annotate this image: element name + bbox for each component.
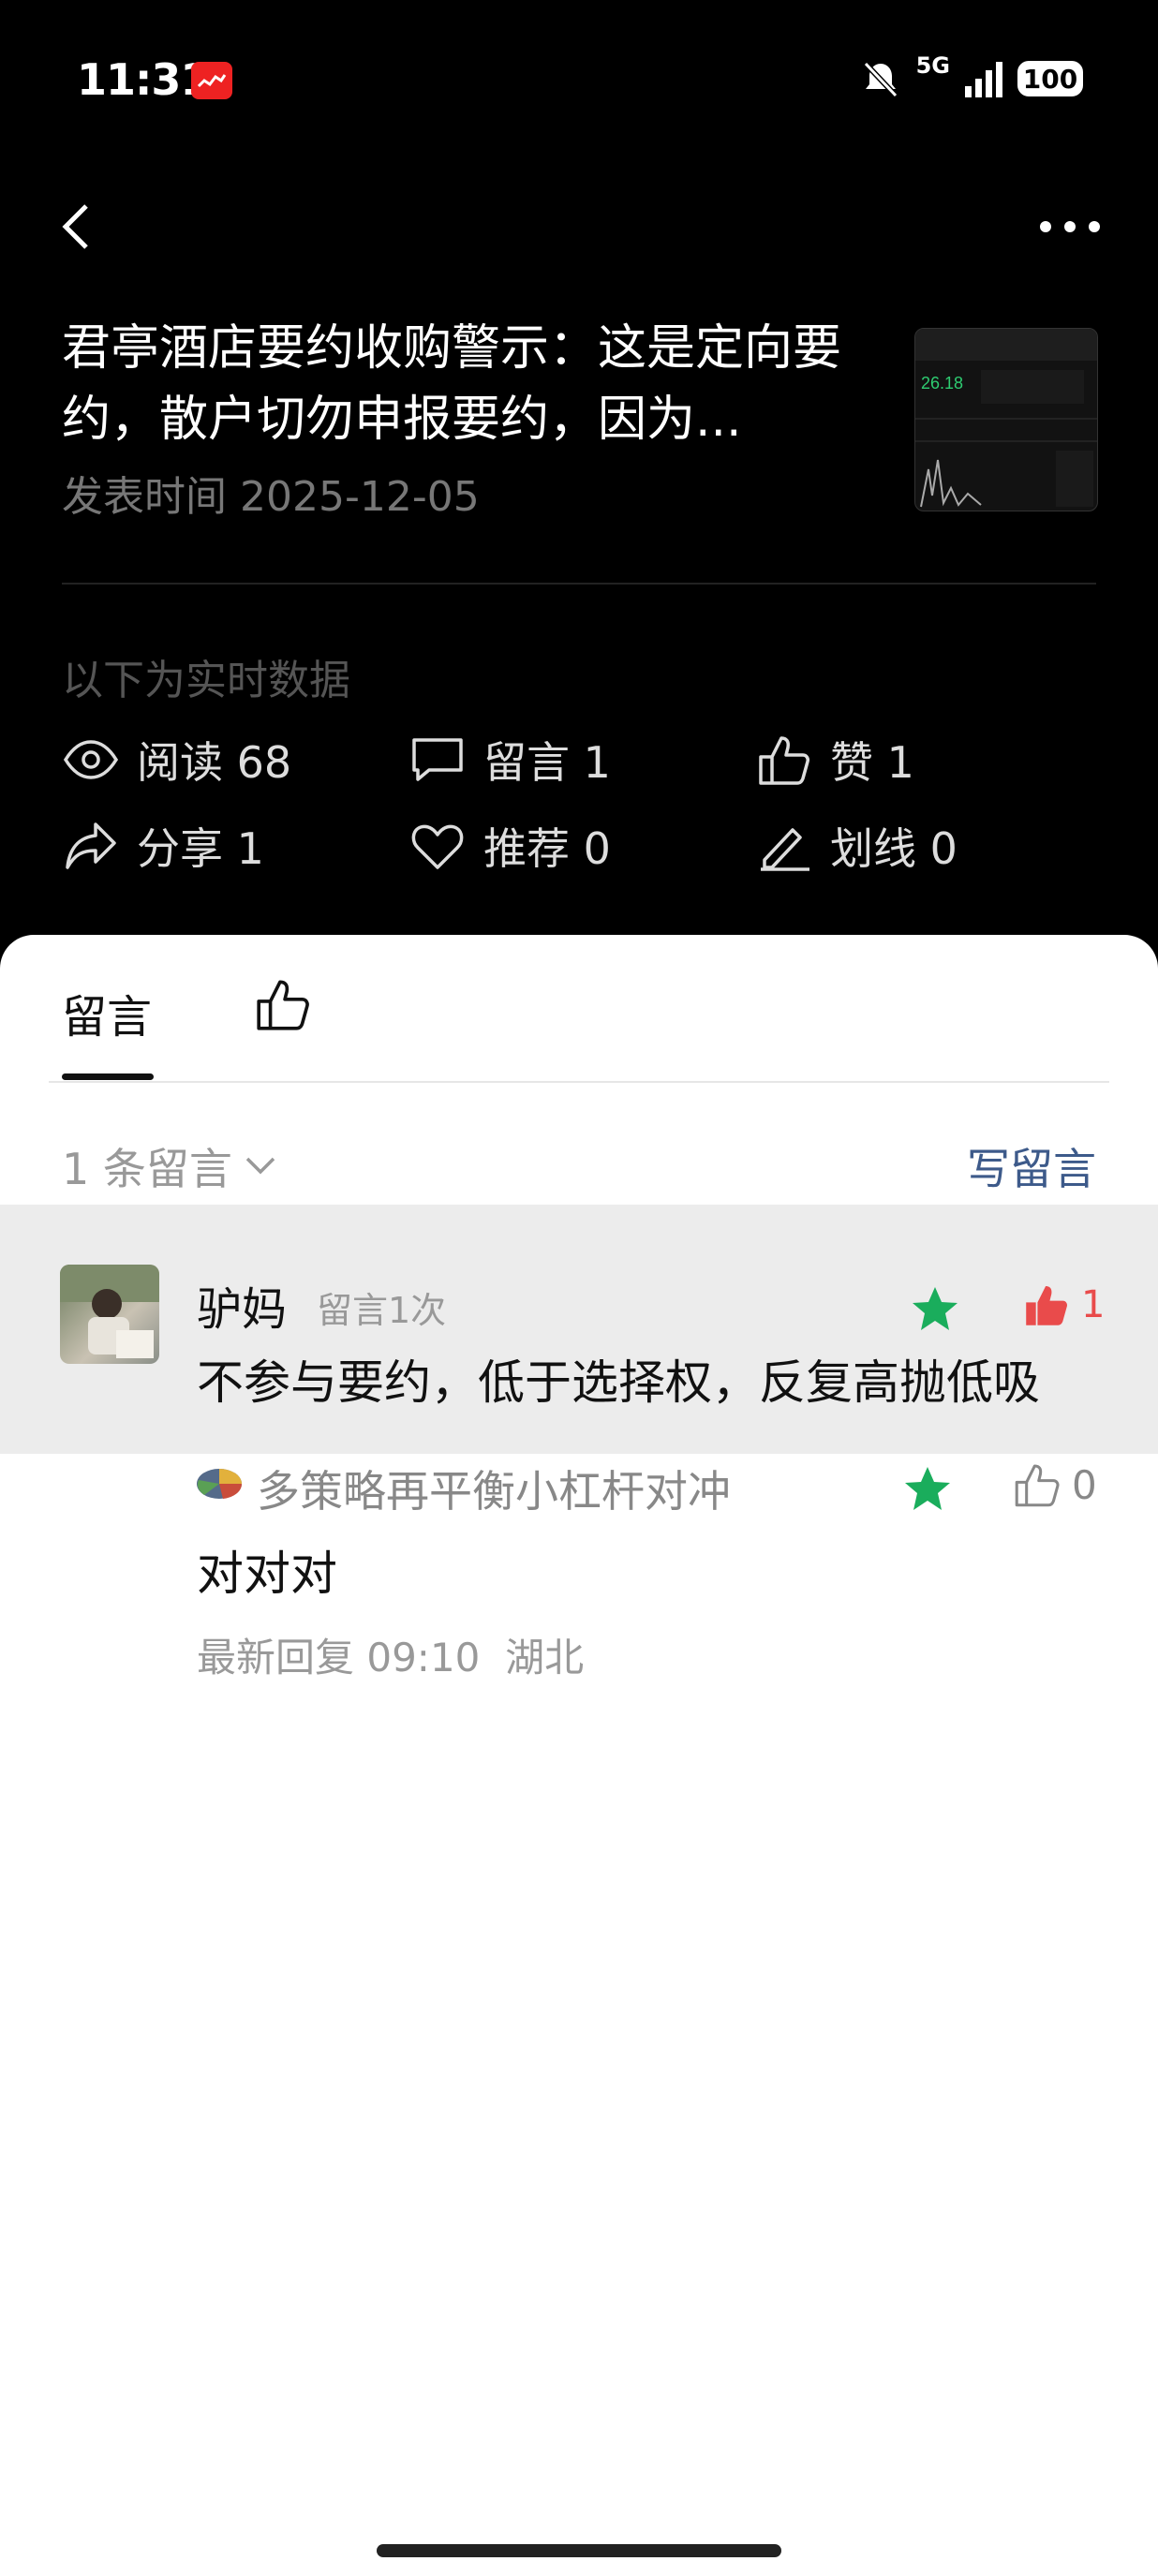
stat-read-label: 阅读 68 — [137, 737, 292, 788]
more-horizontal-icon — [1040, 221, 1100, 232]
featured-star-icon[interactable] — [901, 1463, 954, 1516]
divider — [62, 583, 1096, 585]
heart-icon — [411, 824, 464, 869]
comment-author[interactable]: 驴妈 — [197, 1272, 287, 1338]
article-thumbnail[interactable]: 26.18 — [914, 328, 1098, 511]
svg-text:26.18: 26.18 — [921, 374, 963, 392]
chevron-left-icon — [62, 204, 88, 249]
thumbs-up-filled-icon — [1026, 1285, 1067, 1325]
comment-like-count: 1 — [1081, 1283, 1106, 1326]
tab-comments[interactable]: 留言 — [62, 980, 152, 1045]
stat-share[interactable]: 分享 1 — [62, 815, 264, 877]
stat-like-label: 赞 1 — [830, 737, 914, 788]
status-time: 11:31 — [77, 54, 210, 105]
comment-count-label: 1 条留言 — [62, 1144, 232, 1194]
article-title[interactable]: 君亭酒店要约收购警示：这是定向要约，散户切勿申报要约，因为... — [62, 313, 849, 455]
comment-like-button[interactable]: 1 — [1021, 1280, 1105, 1330]
pen-icon — [761, 828, 809, 871]
comment-item[interactable] — [0, 1205, 1158, 1454]
thumbs-up-icon — [759, 736, 809, 785]
status-icons: 5G 100 — [858, 52, 1083, 103]
stat-recommend-label: 推荐 0 — [483, 823, 611, 874]
write-comment-button[interactable]: 写留言 — [967, 1135, 1096, 1197]
comment-meta: 留言1次 — [317, 1290, 447, 1331]
app-notification-icon — [191, 62, 232, 99]
comment-count-sort[interactable]: 1 条留言 — [62, 1135, 279, 1197]
reply-text: 对对对 — [197, 1547, 337, 1601]
thumbs-up-icon — [257, 980, 309, 1030]
eye-icon — [63, 740, 119, 779]
reply-avatar[interactable] — [195, 1461, 244, 1503]
reply-like-button[interactable]: 0 — [1012, 1459, 1097, 1510]
stat-underline[interactable]: 划线 0 — [755, 815, 958, 877]
share-icon — [66, 822, 116, 869]
stat-comment[interactable]: 留言 1 — [408, 729, 611, 791]
reply-footer: 最新回复 09:10 湖北 — [197, 1635, 585, 1680]
featured-star-icon[interactable] — [909, 1283, 961, 1336]
stat-comment-label: 留言 1 — [483, 737, 611, 788]
comment-icon — [412, 738, 463, 781]
publish-time: 发表时间 2025-12-05 — [62, 473, 480, 521]
comment-text: 不参与要约，低于选择权，反复高抛低吸 — [197, 1355, 1040, 1410]
stat-recommend[interactable]: 推荐 0 — [408, 815, 611, 877]
realtime-data-label: 以下为实时数据 — [62, 657, 350, 704]
thumbs-up-icon — [1015, 1464, 1060, 1507]
signal-icon — [965, 62, 1002, 97]
mute-bell-icon — [863, 61, 898, 98]
back-button[interactable] — [51, 199, 107, 255]
stat-like[interactable]: 赞 1 — [755, 729, 914, 791]
home-indicator[interactable] — [377, 2544, 781, 2557]
tab-likes[interactable] — [253, 974, 313, 1034]
divider — [49, 1081, 1109, 1083]
chevron-down-icon — [245, 1157, 275, 1175]
stat-read: 阅读 68 — [62, 729, 291, 791]
active-tab-indicator — [62, 1073, 154, 1080]
more-options-button[interactable] — [1032, 199, 1107, 255]
network-label: 5G — [915, 52, 950, 79]
stat-share-label: 分享 1 — [137, 823, 264, 874]
reply-like-count: 0 — [1072, 1461, 1097, 1508]
avatar[interactable] — [60, 1265, 159, 1364]
reply-author[interactable]: 多策略再平衡小杠杆对冲 — [257, 1458, 731, 1519]
battery-indicator: 100 — [1017, 61, 1083, 96]
stat-underline-label: 划线 0 — [830, 823, 958, 874]
